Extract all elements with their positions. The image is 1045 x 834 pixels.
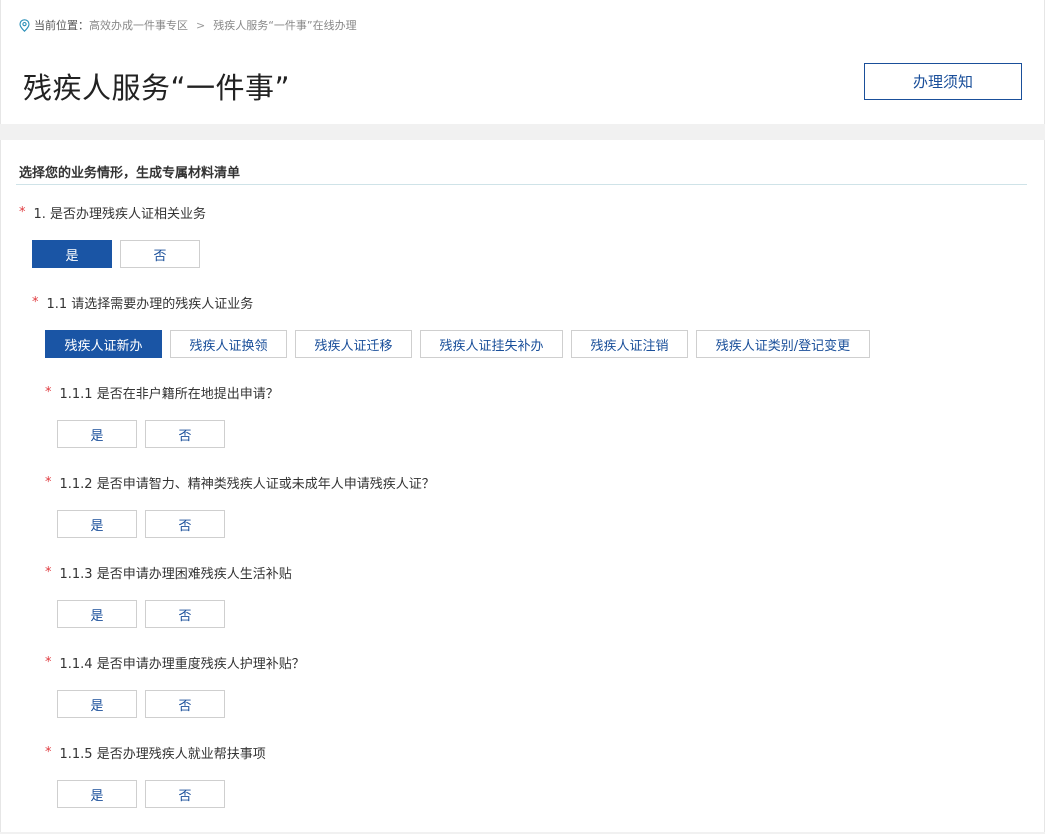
required-mark: * (32, 295, 39, 310)
question-1-1-3: * 1.1.3 是否申请办理困难残疾人生活补贴 (45, 563, 292, 582)
option-lost-reissue[interactable]: 残疾人证挂失补办 (420, 330, 563, 358)
q1-yes-button[interactable]: 是 (32, 240, 112, 268)
option-new-card[interactable]: 残疾人证新办 (45, 330, 162, 358)
notice-button[interactable]: 办理须知 (864, 63, 1022, 100)
page-title: 残疾人服务“一件事” (23, 71, 291, 105)
breadcrumb-current: 残疾人服务“一件事”在线办理 (213, 19, 357, 32)
required-mark: * (45, 565, 52, 580)
q115-yes-button[interactable]: 是 (57, 780, 137, 808)
required-mark: * (19, 205, 26, 220)
section-divider (16, 184, 1027, 185)
question-1: * 1. 是否办理残疾人证相关业务 (19, 203, 206, 222)
q115-no-button[interactable]: 否 (145, 780, 225, 808)
question-1-1-4-label: 1.1.4 是否申请办理重度残疾人护理补贴？ (59, 657, 305, 672)
question-1-1-3-label: 1.1.3 是否申请办理困难残疾人生活补贴 (59, 567, 292, 582)
question-1-1: * 1.1 请选择需要办理的残疾人证业务 (32, 293, 253, 312)
question-1-label: 1. 是否办理残疾人证相关业务 (33, 207, 207, 222)
required-mark: * (45, 475, 52, 490)
question-1-1-4: * 1.1.4 是否申请办理重度残疾人护理补贴？ (45, 653, 305, 672)
q111-yes-button[interactable]: 是 (57, 420, 137, 448)
required-mark: * (45, 385, 52, 400)
breadcrumb-link-zone[interactable]: 高效办成一件事专区 (89, 17, 188, 33)
required-mark: * (45, 745, 52, 760)
q111-no-button[interactable]: 否 (145, 420, 225, 448)
q112-yes-button[interactable]: 是 (57, 510, 137, 538)
section-title: 选择您的业务情形，生成专属材料清单 (19, 166, 241, 181)
q114-yes-button[interactable]: 是 (57, 690, 137, 718)
question-1-1-2: * 1.1.2 是否申请智力、精神类残疾人证或未成年人申请残疾人证？ (45, 473, 435, 492)
question-1-1-2-label: 1.1.2 是否申请智力、精神类残疾人证或未成年人申请残疾人证？ (59, 477, 435, 492)
required-mark: * (45, 655, 52, 670)
main-content: 选择您的业务情形，生成专属材料清单 * 1. 是否办理残疾人证相关业务 是 否 … (0, 140, 1045, 832)
breadcrumb: 当前位置： 高效办成一件事专区 > 残疾人服务“一件事”在线办理 (19, 17, 357, 33)
q113-no-button[interactable]: 否 (145, 600, 225, 628)
option-cancel-card[interactable]: 残疾人证注销 (571, 330, 688, 358)
q113-yes-button[interactable]: 是 (57, 600, 137, 628)
option-category-change[interactable]: 残疾人证类别/登记变更 (696, 330, 870, 358)
option-transfer-card[interactable]: 残疾人证迁移 (295, 330, 412, 358)
question-1-1-1-label: 1.1.1 是否在非户籍所在地提出申请？ (59, 387, 279, 402)
question-1-1-label: 1.1 请选择需要办理的残疾人证业务 (46, 297, 254, 312)
question-1-1-5: * 1.1.5 是否办理残疾人就业帮扶事项 (45, 743, 266, 762)
option-renew-card[interactable]: 残疾人证换领 (170, 330, 287, 358)
breadcrumb-separator: > (196, 18, 206, 32)
location-pin-icon (19, 18, 30, 32)
q114-no-button[interactable]: 否 (145, 690, 225, 718)
page-header: 当前位置： 高效办成一件事专区 > 残疾人服务“一件事”在线办理 残疾人服务“一… (0, 0, 1045, 124)
q112-no-button[interactable]: 否 (145, 510, 225, 538)
breadcrumb-label: 当前位置： (34, 19, 89, 32)
question-1-1-5-label: 1.1.5 是否办理残疾人就业帮扶事项 (59, 747, 266, 762)
q1-no-button[interactable]: 否 (120, 240, 200, 268)
question-1-1-1: * 1.1.1 是否在非户籍所在地提出申请？ (45, 383, 279, 402)
